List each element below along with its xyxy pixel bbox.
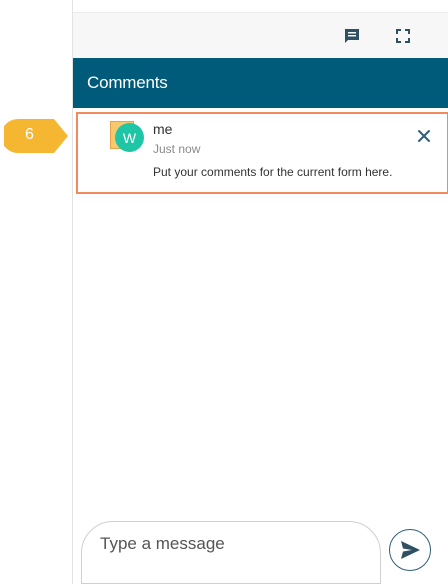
comment-text: Put your comments for the current form h… bbox=[153, 165, 393, 179]
comment-item: W me Just now Put your comments for the … bbox=[76, 112, 448, 194]
close-icon[interactable] bbox=[416, 128, 432, 144]
comment-timestamp: Just now bbox=[153, 142, 201, 156]
comment-icon[interactable] bbox=[341, 25, 363, 47]
send-icon bbox=[401, 541, 420, 559]
send-button[interactable] bbox=[389, 529, 431, 571]
step-number: 6 bbox=[25, 126, 34, 143]
comment-author: me bbox=[153, 121, 173, 137]
fullscreen-icon[interactable] bbox=[392, 25, 414, 47]
panel-toolbar bbox=[73, 12, 448, 59]
comments-header: Comments bbox=[73, 58, 448, 108]
panel-title: Comments bbox=[87, 73, 168, 92]
comments-panel: Comments W me Just now Put your comments… bbox=[72, 0, 448, 584]
step-marker bbox=[4, 119, 68, 153]
message-composer bbox=[73, 505, 448, 584]
message-input[interactable] bbox=[81, 521, 381, 584]
avatar: W bbox=[115, 123, 144, 152]
